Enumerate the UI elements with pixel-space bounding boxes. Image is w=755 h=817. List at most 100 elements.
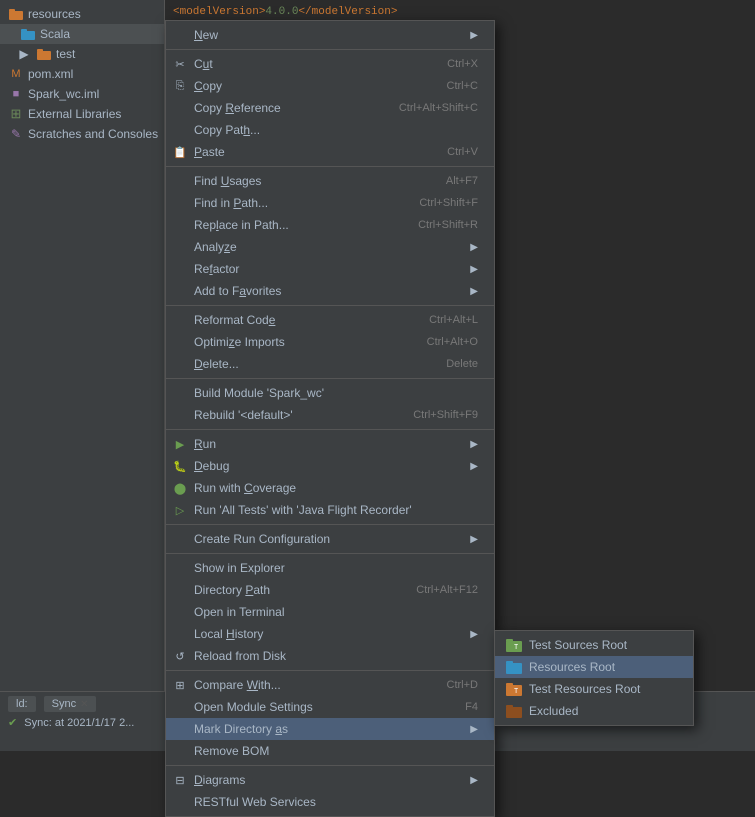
diagrams-icon: ⊟ [172, 772, 188, 788]
menu-label-run-flight: Run 'All Tests' with 'Java Flight Record… [194, 503, 478, 517]
submenu-arrow-debug: ▶ [470, 461, 478, 472]
menu-label-analyze: Analyze [194, 240, 466, 254]
shortcut-delete: Delete [446, 358, 478, 370]
menu-item-compare[interactable]: ⊞ Compare With... Ctrl+D [166, 674, 494, 696]
menu-item-optimize[interactable]: Optimize Imports Ctrl+Alt+O [166, 331, 494, 353]
sidebar-item-label: test [56, 47, 75, 61]
build-tab-label: ld: [16, 698, 28, 710]
divider-4 [166, 378, 494, 379]
sync-check-icon: ✔ [8, 717, 17, 729]
menu-item-debug[interactable]: 🐛 Debug ▶ [166, 455, 494, 477]
submenu-item-label-test-sources: Test Sources Root [529, 638, 627, 652]
sidebar-item-label: resources [28, 7, 81, 21]
menu-item-restful[interactable]: RESTful Web Services [166, 791, 494, 813]
svg-text:T: T [514, 644, 518, 652]
menu-item-open-module-settings[interactable]: Open Module Settings F4 [166, 696, 494, 718]
menu-item-diagrams[interactable]: ⊟ Diagrams ▶ [166, 769, 494, 791]
folder-icon [8, 6, 24, 22]
shortcut-dir-path: Ctrl+Alt+F12 [416, 584, 478, 596]
menu-label-copy: Copy [194, 79, 427, 93]
submenu-item-resources[interactable]: Resources Root [495, 656, 693, 678]
sidebar-item-iml[interactable]: ■ Spark_wc.iml [0, 84, 164, 104]
menu-label-reformat: Reformat Code [194, 313, 409, 327]
excluded-icon [505, 703, 523, 719]
menu-label-show-explorer: Show in Explorer [194, 561, 478, 575]
menu-item-copy[interactable]: ⎘ Copy Ctrl+C [166, 75, 494, 97]
close-sync-icon[interactable]: ✕ [80, 699, 88, 710]
sidebar: resources Scala ▶ test M pom.xml ■ Spark… [0, 0, 165, 751]
menu-item-run-flight[interactable]: ▷ Run 'All Tests' with 'Java Flight Reco… [166, 499, 494, 521]
shortcut-reformat: Ctrl+Alt+L [429, 314, 478, 326]
menu-item-analyze[interactable]: Analyze ▶ [166, 236, 494, 258]
test-resources-icon: T [505, 681, 523, 697]
submenu-item-excluded[interactable]: Excluded [495, 700, 693, 722]
menu-item-dir-path[interactable]: Directory Path Ctrl+Alt+F12 [166, 579, 494, 601]
menu-item-build-module[interactable]: Build Module 'Spark_wc' [166, 382, 494, 404]
context-menu: New ▶ ✂ Cut Ctrl+X ⎘ Copy Ctrl+C Copy Re… [165, 20, 495, 817]
sidebar-item-label: External Libraries [28, 107, 121, 121]
paste-icon: 📋 [172, 144, 188, 160]
menu-item-replace-path[interactable]: Replace in Path... Ctrl+Shift+R [166, 214, 494, 236]
divider-9 [166, 765, 494, 766]
menu-label-copy-path: Copy Path... [194, 123, 478, 137]
sidebar-item-pom[interactable]: M pom.xml [0, 64, 164, 84]
menu-item-run-coverage[interactable]: ⬤ Run with Coverage [166, 477, 494, 499]
menu-item-local-history[interactable]: Local History ▶ [166, 623, 494, 645]
menu-item-reload[interactable]: ↺ Reload from Disk [166, 645, 494, 667]
menu-label-find-path: Find in Path... [194, 196, 399, 210]
build-tab[interactable]: ld: [8, 696, 36, 712]
menu-item-reformat[interactable]: Reformat Code Ctrl+Alt+L [166, 309, 494, 331]
menu-label-run: Run [194, 437, 466, 451]
submenu-arrow-run: ▶ [470, 439, 478, 450]
menu-label-add-favorites: Add to Favorites [194, 284, 466, 298]
menu-label-refactor: Refactor [194, 262, 466, 276]
menu-item-show-explorer[interactable]: Show in Explorer [166, 557, 494, 579]
menu-label-dir-path: Directory Path [194, 583, 396, 597]
compare-icon: ⊞ [172, 677, 188, 693]
menu-item-open-terminal[interactable]: Open in Terminal [166, 601, 494, 623]
sync-tab[interactable]: Sync ✕ [44, 696, 97, 712]
sidebar-item-test[interactable]: ▶ test [0, 44, 164, 64]
menu-label-optimize: Optimize Imports [194, 335, 407, 349]
menu-item-delete[interactable]: Delete... Delete [166, 353, 494, 375]
menu-item-find-path[interactable]: Find in Path... Ctrl+Shift+F [166, 192, 494, 214]
menu-item-copy-reference[interactable]: Copy Reference Ctrl+Alt+Shift+C [166, 97, 494, 119]
shortcut-find-path: Ctrl+Shift+F [419, 197, 478, 209]
submenu-item-label-test-resources: Test Resources Root [529, 682, 640, 696]
menu-item-mark-directory[interactable]: Mark Directory as ▶ [166, 718, 494, 740]
menu-label-diagrams: Diagrams [194, 773, 466, 787]
sidebar-item-external-libs[interactable]: ⊞ External Libraries [0, 104, 164, 124]
mark-directory-submenu: T Test Sources Root Resources Root T Tes… [494, 630, 694, 726]
menu-item-create-run-config[interactable]: Create Run Configuration ▶ [166, 528, 494, 550]
menu-item-add-favorites[interactable]: Add to Favorites ▶ [166, 280, 494, 302]
menu-item-cut[interactable]: ✂ Cut Ctrl+X [166, 53, 494, 75]
menu-item-copy-path[interactable]: Copy Path... [166, 119, 494, 141]
submenu-item-test-resources[interactable]: T Test Resources Root [495, 678, 693, 700]
debug-icon: 🐛 [172, 458, 188, 474]
menu-item-find-usages[interactable]: Find Usages Alt+F7 [166, 170, 494, 192]
menu-item-remove-bom[interactable]: Remove BOM [166, 740, 494, 762]
menu-label-replace-path: Replace in Path... [194, 218, 398, 232]
run-icon: ▶ [172, 436, 188, 452]
sidebar-item-resources[interactable]: resources [0, 4, 164, 24]
menu-item-paste[interactable]: 📋 Paste Ctrl+V [166, 141, 494, 163]
menu-label-debug: Debug [194, 459, 466, 473]
sidebar-item-scala[interactable]: Scala [0, 24, 164, 44]
divider-3 [166, 305, 494, 306]
menu-item-new[interactable]: New ▶ [166, 24, 494, 46]
menu-item-run[interactable]: ▶ Run ▶ [166, 433, 494, 455]
scala-folder-icon [20, 26, 36, 42]
libs-icon: ⊞ [8, 106, 24, 122]
svg-text:T: T [514, 688, 518, 696]
submenu-arrow-analyze: ▶ [470, 242, 478, 253]
submenu-item-test-sources[interactable]: T Test Sources Root [495, 634, 693, 656]
menu-label-local-history: Local History [194, 627, 466, 641]
menu-label-cut: Cut [194, 57, 427, 71]
menu-item-refactor[interactable]: Refactor ▶ [166, 258, 494, 280]
divider-5 [166, 429, 494, 430]
submenu-arrow-run-config: ▶ [470, 534, 478, 545]
menu-item-rebuild[interactable]: Rebuild '<default>' Ctrl+Shift+F9 [166, 404, 494, 426]
sidebar-item-scratches[interactable]: ✎ Scratches and Consoles [0, 124, 164, 144]
shortcut-copy: Ctrl+C [447, 80, 478, 92]
scratch-icon: ✎ [8, 126, 24, 142]
